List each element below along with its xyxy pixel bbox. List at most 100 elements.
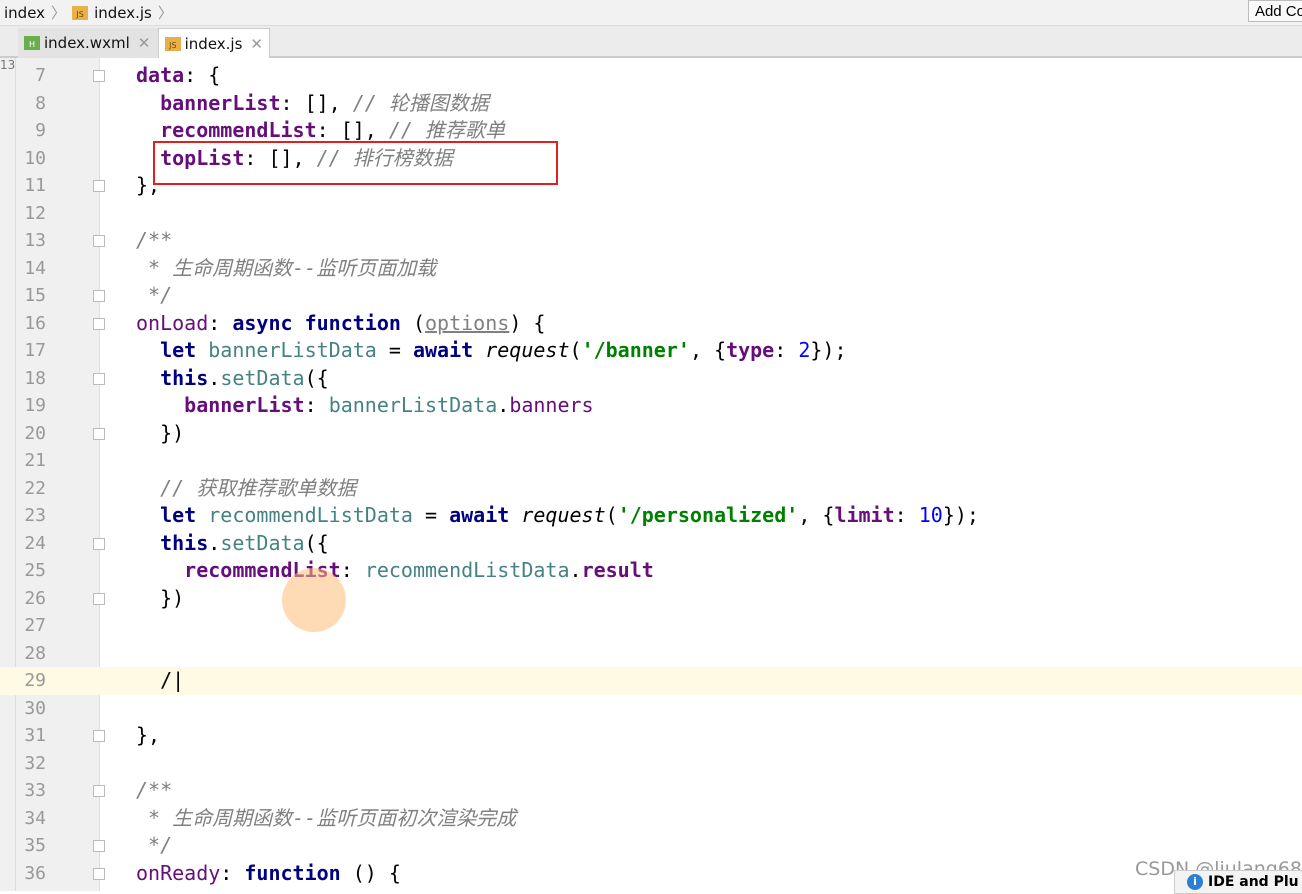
code-text: data: { (136, 62, 220, 90)
fold-marker-icon[interactable] (93, 70, 105, 82)
code-line[interactable]: 28 (0, 640, 1302, 668)
fold-marker-icon[interactable] (93, 867, 105, 880)
fold-marker-icon[interactable] (93, 537, 105, 550)
fold-marker-icon[interactable] (93, 730, 105, 742)
code-line[interactable]: 13 /** (0, 227, 1302, 255)
code-line[interactable]: 26 }) (0, 585, 1302, 613)
line-number: 15 (24, 285, 46, 306)
code-token: : (220, 860, 245, 885)
code-line[interactable]: 32 (0, 750, 1302, 778)
code-token: /** (136, 778, 173, 802)
code-line[interactable]: 14 * 生命周期函数--监听页面加载 (0, 255, 1302, 283)
code-token: }) (136, 585, 185, 610)
tab-label: index.js (184, 34, 243, 53)
code-line[interactable]: 29 /| (0, 667, 1302, 695)
code-text: onLoad: async function (options) { (136, 310, 545, 338)
line-number: 18 (24, 367, 46, 389)
code-line[interactable]: 16 onLoad: async function (options) { (0, 310, 1302, 338)
code-text: this.setData({ (136, 530, 329, 558)
code-line[interactable]: 23 let recommendListData = await request… (0, 502, 1302, 530)
code-token: let (160, 338, 209, 362)
line-number: 22 (24, 477, 46, 499)
code-text: recommendList: recommendListData.result (136, 557, 654, 585)
code-token: bannerList (184, 393, 305, 417)
code-token: ( (605, 503, 618, 527)
code-line[interactable]: 7 data: { (0, 62, 1302, 90)
code-text: // 获取推荐歌单数据 (136, 475, 356, 503)
code-token: ({ (304, 530, 329, 555)
code-line[interactable]: 19 bannerList: bannerListData.banners (0, 392, 1302, 420)
line-number: 17 (24, 340, 46, 361)
code-text: onReady: function () { (136, 860, 401, 888)
fold-marker-icon[interactable] (93, 785, 105, 797)
fold-marker-icon[interactable] (93, 592, 105, 605)
code-line[interactable]: 35 */ (0, 832, 1302, 860)
close-icon[interactable]: ✕ (138, 34, 151, 52)
code-line[interactable]: 20 }) (0, 420, 1302, 448)
code-token: = (412, 503, 450, 527)
breadcrumb-item[interactable]: index (4, 4, 45, 22)
fold-marker-icon[interactable] (93, 840, 105, 852)
code-editor[interactable]: 7 data: {8 bannerList: [], // 轮播图数据 9 reco… (0, 62, 1302, 887)
js-file-icon: JS (72, 5, 89, 20)
line-number: 33 (24, 780, 46, 801)
code-line[interactable]: 8 bannerList: [], // 轮播图数据 (0, 90, 1302, 118)
notification-popup[interactable]: i IDE and Plu (1174, 870, 1302, 894)
code-token: : (304, 393, 329, 417)
fold-marker-icon[interactable] (93, 317, 105, 330)
tab-index-js[interactable]: JS index.js ✕ (158, 28, 270, 58)
fold-marker-icon[interactable] (93, 290, 105, 302)
code-token: . (497, 393, 510, 417)
code-text: */ (136, 832, 172, 860)
code-line[interactable]: 24 this.setData({ (0, 530, 1302, 558)
line-number: 12 (24, 202, 46, 224)
add-config-button[interactable]: Add Co (1247, 0, 1302, 22)
line-number: 26 (24, 587, 46, 609)
breadcrumb-item[interactable]: index.js (94, 4, 152, 22)
fold-marker-icon[interactable] (93, 427, 105, 440)
code-token: recommendListData (208, 503, 413, 527)
code-line[interactable]: 34 * 生命周期函数--监听页面初次渲染完成 (0, 805, 1302, 833)
code-token: * 生命周期函数--监听页面初次渲染完成 (136, 805, 517, 830)
fold-marker-icon[interactable] (93, 235, 105, 247)
code-line[interactable]: 27 (0, 612, 1302, 640)
line-number: 36 (24, 862, 46, 884)
code-line[interactable]: 31}, (0, 722, 1302, 750)
code-token: . (569, 558, 582, 582)
close-icon[interactable]: ✕ (250, 35, 263, 53)
tab-index-wxml[interactable]: Hindex.wxml ✕ (18, 28, 158, 58)
code-token: * 生命周期函数--监听页面加载 (136, 255, 437, 280)
code-token: data (136, 63, 185, 87)
line-number: 30 (24, 697, 46, 719)
info-icon: i (1187, 874, 1203, 890)
code-line[interactable]: 22 // 获取推荐歌单数据 (0, 475, 1302, 503)
code-token: */ (136, 283, 173, 307)
tab-label: index.wxml (44, 34, 130, 52)
code-token: }) (136, 420, 185, 445)
fold-marker-icon[interactable] (93, 372, 105, 385)
code-line[interactable]: 25 recommendList: recommendListData.resu… (0, 557, 1302, 585)
code-text: }, (136, 722, 160, 750)
code-line[interactable]: 21 (0, 447, 1302, 475)
chevron-right-icon: 〉 (157, 4, 173, 22)
code-line[interactable]: 30 (0, 695, 1302, 723)
code-token: type (726, 338, 775, 362)
code-line[interactable]: 12 (0, 200, 1302, 228)
wxml-file-icon: H (24, 36, 40, 50)
code-token: 2 (798, 338, 811, 362)
code-token: = (376, 338, 413, 362)
code-token: : [], (280, 90, 353, 115)
code-line[interactable]: 17 let bannerListData = await request('/… (0, 337, 1302, 365)
code-line[interactable]: 18 this.setData({ (0, 365, 1302, 393)
breadcrumb: index 〉 JS index.js 〉 Add Co (0, 0, 1302, 26)
code-token: }); (810, 338, 847, 362)
code-line[interactable]: 15 */ (0, 282, 1302, 310)
code-line[interactable]: 36 onReady: function () { (0, 860, 1302, 888)
code-token: recommendListData (364, 558, 570, 582)
code-line[interactable]: 33 /** (0, 777, 1302, 805)
fold-marker-icon[interactable] (93, 180, 105, 192)
